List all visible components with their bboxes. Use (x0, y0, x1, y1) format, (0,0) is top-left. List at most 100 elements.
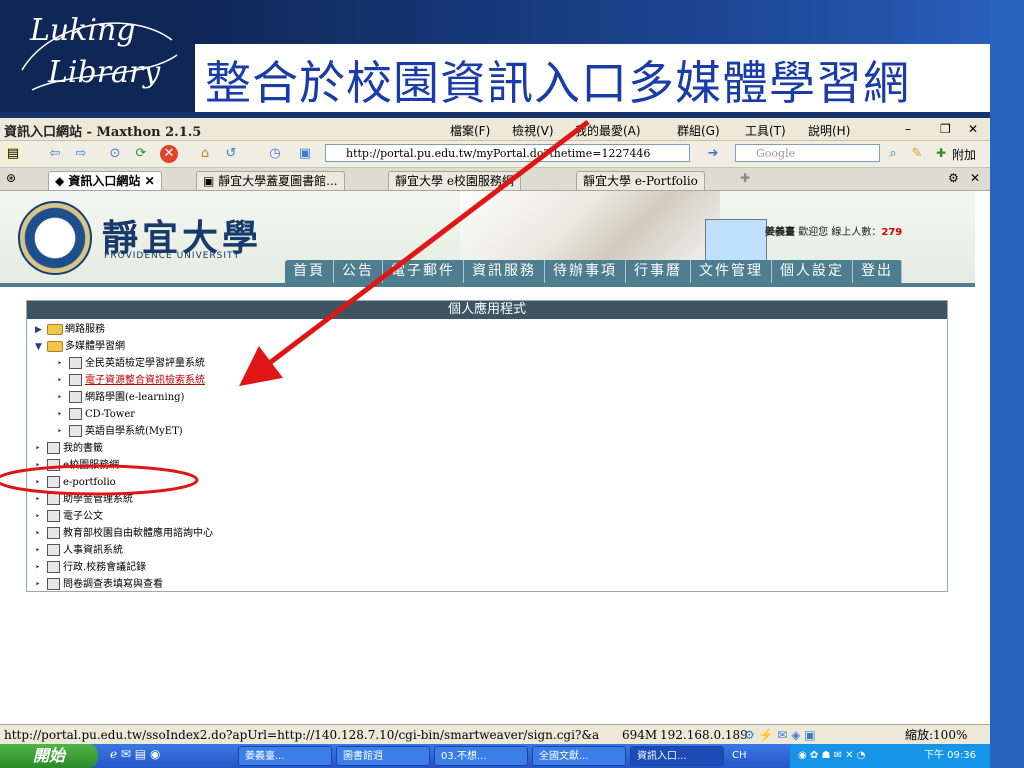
nav-info-services[interactable]: 資訊服務 (464, 260, 545, 283)
bullet-arrow-icon: ‣ (57, 359, 63, 369)
tree-item-eresource[interactable]: ‣ 電子資源整合資訊檢索系統 (57, 374, 205, 388)
tab-eportfolio[interactable]: 靜宜大學 e-Portfolio (576, 171, 705, 190)
collapse-arrow-icon[interactable]: ▼ (35, 340, 47, 354)
zoom-level[interactable]: 縮放:100% (905, 725, 967, 745)
menu-view[interactable]: 檢視(V) (512, 122, 554, 139)
tree-label: CD-Tower (85, 409, 136, 420)
slide-right-band (990, 0, 1024, 768)
app-icon (47, 578, 60, 590)
expand-arrow-icon[interactable]: ▶ (35, 323, 47, 337)
go-icon[interactable]: ➜ (704, 145, 722, 163)
nav-settings[interactable]: 個人設定 (772, 260, 853, 283)
search-input[interactable]: Google (735, 144, 880, 162)
refresh-icon[interactable]: ⟳ (132, 145, 150, 163)
nav-email[interactable]: 電子郵件 (383, 260, 464, 283)
tree-label: 我的書籤 (63, 443, 103, 454)
tray-icons[interactable]: ◉ ✿ ☗ ✉ ✕ ◔ (798, 744, 865, 768)
nav-calendar[interactable]: 行事曆 (626, 260, 691, 283)
stop-icon[interactable]: ✕ (160, 145, 178, 163)
task-item-active[interactable]: 資訊入口... (630, 746, 724, 766)
tab-label: 靜宜大學蓋夏圖書館... (218, 174, 338, 188)
tree-item-meeting[interactable]: ‣ 行政.校務會議記錄 (35, 561, 146, 575)
app-icon (47, 476, 60, 488)
tree-item-myet[interactable]: ‣ 英語自學系統(MyET) (57, 425, 183, 439)
tree-item-survey[interactable]: ‣ 問卷調查表填寫與查看 (35, 578, 163, 592)
address-bar[interactable]: http://portal.pu.edu.tw/myPortal.do?thet… (325, 144, 690, 162)
tree-item-network[interactable]: ▶ 網路服務 (35, 323, 105, 337)
tab-label: 靜宜大學 e校園服務網 (395, 174, 514, 188)
clock: 下午 09:36 (924, 750, 976, 761)
app-icon (47, 544, 60, 556)
tree-item-eservice[interactable]: ‣ e校園服務網 (35, 459, 119, 473)
nav-logout[interactable]: 登出 (853, 260, 902, 283)
app-icon (69, 391, 82, 403)
minimize-button[interactable]: – (905, 122, 911, 136)
status-bar: http://portal.pu.edu.tw/ssoIndex2.do?apU… (0, 724, 990, 745)
screen-icon[interactable]: ▣ (296, 145, 314, 163)
task-item[interactable]: 圖書館週 (336, 746, 430, 766)
bullet-arrow-icon: ‣ (57, 410, 63, 420)
tree-label[interactable]: 電子資源整合資訊檢索系統 (85, 375, 205, 386)
start-button[interactable]: 開始 (0, 744, 98, 768)
tree-item-eportfolio[interactable]: ‣ e-portfolio (35, 476, 116, 490)
addon-label[interactable]: 附加 (952, 146, 976, 163)
folder-open-icon (47, 340, 63, 352)
portal-page: 靜宜大學 PROVIDENCE UNIVERSITY 姜義臺 歡迎您 線上人數：… (0, 191, 975, 724)
menu-file[interactable]: 檔案(F) (450, 122, 490, 139)
app-icon (47, 510, 60, 522)
tree-label: 電子公文 (63, 511, 103, 522)
browser-titlebar: 資訊入口網站 - Maxthon 2.1.5 檔案(F) 檢視(V) 我的最愛(… (0, 118, 990, 141)
tree-item-edoc[interactable]: ‣ 電子公文 (35, 510, 103, 524)
tree-item-hr[interactable]: ‣ 人事資訊系統 (35, 544, 123, 558)
menu-groups[interactable]: 群組(G) (677, 122, 720, 139)
ime-indicator[interactable]: CH (732, 744, 747, 768)
nav-announcements[interactable]: 公告 (334, 260, 383, 283)
tree-item-moe[interactable]: ‣ 教育部校園自由軟體應用諮詢中心 (35, 527, 213, 541)
tab-tools-icon[interactable]: ⚙ (948, 171, 959, 185)
tree-item-multimedia[interactable]: ▼ 多媒體學習網 (35, 340, 125, 354)
tree-item-elearning[interactable]: ‣ 網路學園(e-learning) (57, 391, 184, 405)
status-memory: 694M (622, 728, 658, 742)
undo-close-icon[interactable]: ↺ (222, 145, 240, 163)
quicklaunch-icons[interactable]: ℯ ✉ ▤ ◉ (110, 747, 160, 761)
tree-item-bookmarks[interactable]: ‣ 我的書籤 (35, 442, 103, 456)
task-item[interactable]: 姜義臺... (238, 746, 332, 766)
menu-help[interactable]: 說明(H) (808, 122, 850, 139)
history-icon[interactable]: ⊙ (106, 145, 124, 163)
slide-top-band (195, 0, 1024, 44)
task-item[interactable]: 03.不想... (434, 746, 528, 766)
back-icon[interactable]: ⇦ (46, 145, 64, 163)
close-icon[interactable]: ✕ (968, 122, 978, 136)
status-url: http://portal.pu.edu.tw/ssoIndex2.do?apU… (4, 728, 600, 742)
restore-button[interactable]: ❐ (940, 122, 951, 136)
nav-home[interactable]: 首頁 (285, 260, 334, 283)
menu-favorites[interactable]: 我的最愛(A) (575, 122, 641, 139)
highlight-icon[interactable]: ✎ (908, 145, 926, 163)
tree-item-gept[interactable]: ‣ 全民英語檢定學習評量系統 (57, 357, 205, 371)
addon-icon[interactable]: ✚ (936, 146, 946, 160)
close-tab-icon[interactable]: ✕ (970, 171, 980, 185)
nav-documents[interactable]: 文件管理 (691, 260, 772, 283)
home-icon[interactable]: ⌂ (196, 145, 214, 163)
logo-line-1: Luking (30, 13, 136, 48)
task-item[interactable]: 全國文獻... (532, 746, 626, 766)
tab-menu-icon[interactable]: ⊛ (6, 171, 16, 185)
app-icon (47, 493, 60, 505)
welcome-label: 歡迎您 (798, 227, 829, 238)
clock-icon[interactable]: ◷ (266, 145, 284, 163)
panel-title: 個人應用程式 (27, 301, 947, 319)
forward-icon[interactable]: ⇨ (72, 145, 90, 163)
nav-todo[interactable]: 待辦事項 (545, 260, 626, 283)
tree-item-cdtower[interactable]: ‣ CD-Tower (57, 408, 135, 422)
tree-label: 人事資訊系統 (63, 545, 123, 556)
tree-item-scholarship[interactable]: ‣ 助學金管理系統 (35, 493, 133, 507)
search-icon[interactable]: ⌕ (884, 145, 902, 163)
new-tab-icon[interactable]: ✚ (740, 171, 750, 185)
slide-title: 整合於校園資訊入口多媒體學習網 (205, 56, 910, 110)
tab-eservice[interactable]: 靜宜大學 e校園服務網 (388, 171, 521, 190)
menu-tools[interactable]: 工具(T) (745, 122, 786, 139)
bullet-arrow-icon: ‣ (35, 580, 41, 590)
new-page-icon[interactable]: ▤ (4, 145, 22, 163)
tab-library[interactable]: ▣ 靜宜大學蓋夏圖書館... (196, 171, 345, 190)
tab-portal[interactable]: ◆ 資訊入口網站 ✕ (48, 171, 162, 190)
